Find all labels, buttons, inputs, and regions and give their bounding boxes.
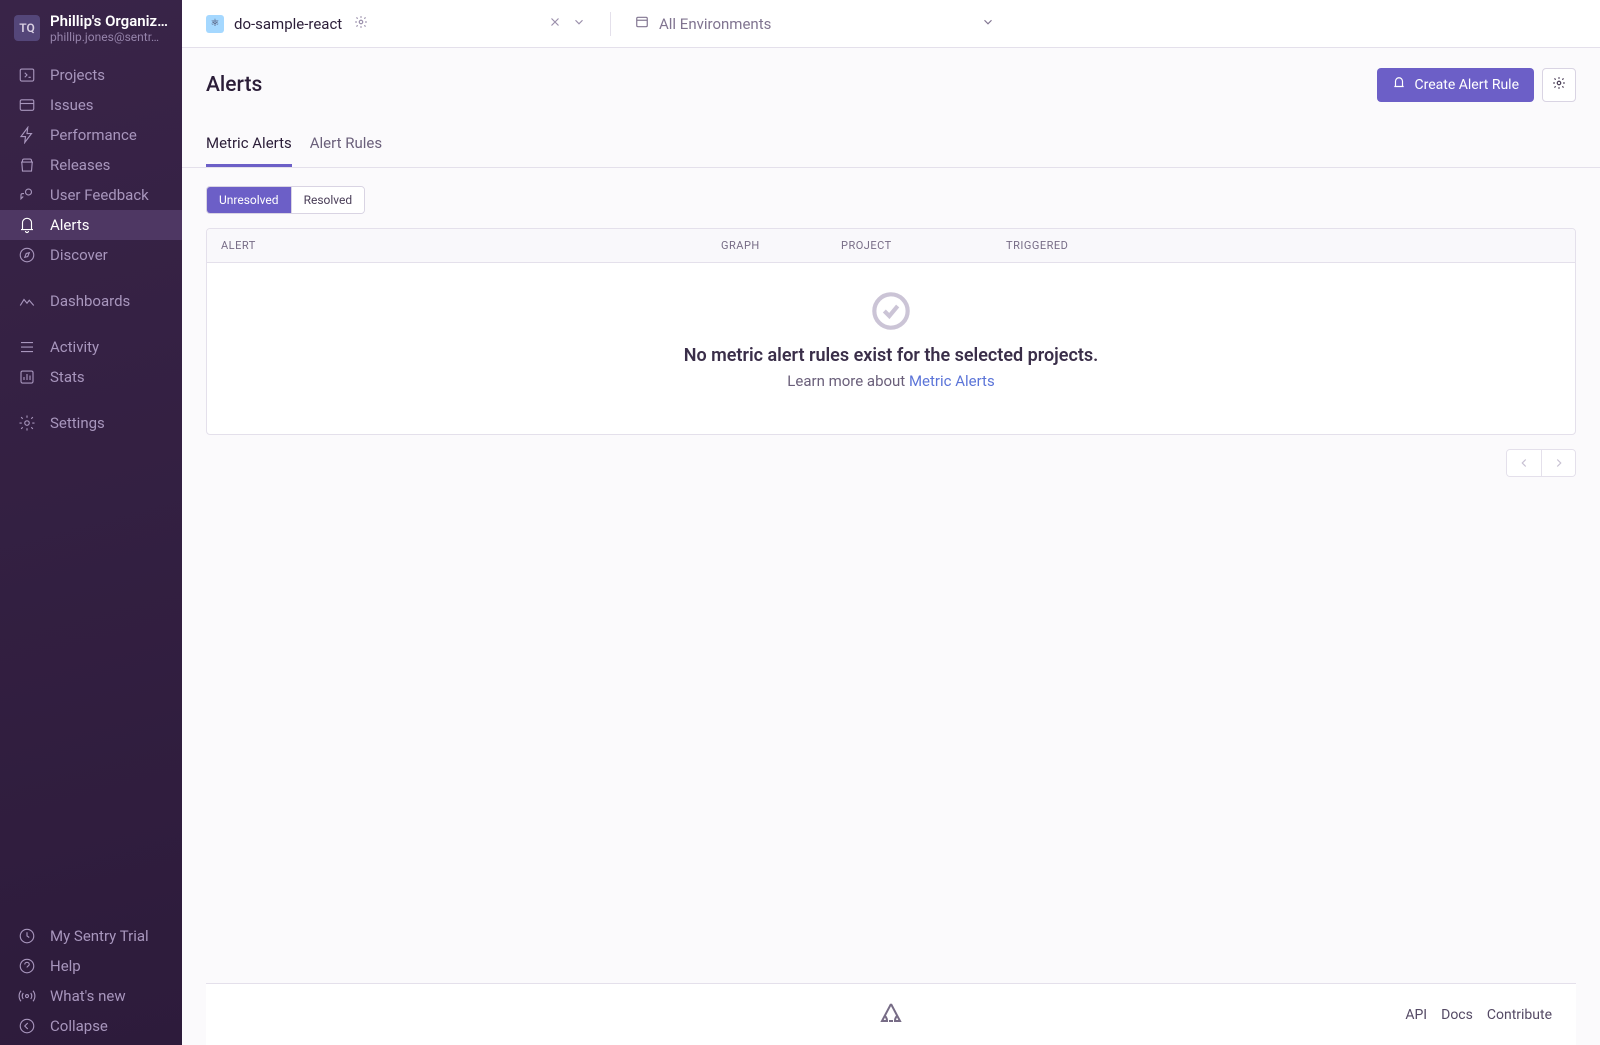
tab-alert-rules[interactable]: Alert Rules [310,124,382,167]
sidebar-item-label: Settings [50,414,105,432]
sidebar-item-label: Help [50,957,81,975]
sidebar-item-user-feedback[interactable]: User Feedback [0,180,182,210]
sidebar-item-discover[interactable]: Discover [0,240,182,270]
clear-icon[interactable] [548,15,562,33]
help-icon [18,957,36,975]
sidebar-item-settings[interactable]: Settings [0,408,182,438]
sidebar-item-projects[interactable]: Projects [0,60,182,90]
status-filter: Unresolved Resolved [206,186,365,214]
sidebar-item-label: Collapse [50,1017,108,1035]
col-project: Project [841,239,1006,252]
siren-icon [1392,76,1406,94]
alerts-table: Alert Graph Project Triggered No metric … [206,228,1576,435]
sidebar-item-trial[interactable]: My Sentry Trial [0,921,182,951]
sidebar-item-label: Performance [50,126,137,144]
sidebar-item-label: Discover [50,246,108,264]
page-title: Alerts [206,73,262,97]
sidebar-item-label: My Sentry Trial [50,927,149,945]
trial-icon [18,927,36,945]
feedback-icon [18,186,36,204]
col-alert: Alert [221,239,721,252]
alert-settings-button[interactable] [1542,68,1576,102]
create-alert-button[interactable]: Create Alert Rule [1377,68,1534,102]
avatar: TQ [14,15,40,41]
activity-icon [18,338,36,356]
sidebar-item-collapse[interactable]: Collapse [0,1011,182,1041]
stats-icon [18,368,36,386]
footer-api-link[interactable]: API [1405,1007,1427,1023]
page-prev-button[interactable] [1507,450,1541,476]
project-name: do-sample-react [234,15,342,33]
project-selector[interactable]: ⚛ do-sample-react [206,15,586,33]
org-name: Phillip's Organiz… [50,12,168,30]
table-header: Alert Graph Project Triggered [207,229,1575,263]
sidebar-item-alerts[interactable]: Alerts [0,210,182,240]
col-triggered: Triggered [1006,239,1561,252]
col-graph: Graph [721,239,841,252]
footer: API Docs Contribute [206,983,1576,1045]
settings-icon [18,414,36,432]
sidebar-item-label: Releases [50,156,110,174]
create-alert-label: Create Alert Rule [1414,77,1519,93]
collapse-icon [18,1017,36,1035]
discover-icon [18,246,36,264]
footer-docs-link[interactable]: Docs [1441,1007,1473,1023]
gear-icon [1552,76,1566,94]
sidebar-item-label: Stats [50,368,85,386]
check-circle-icon [871,291,911,331]
react-icon: ⚛ [206,15,224,33]
sidebar-item-label: Alerts [50,216,90,234]
sidebar-item-label: Dashboards [50,292,130,310]
sidebar-item-releases[interactable]: Releases [0,150,182,180]
projects-icon [18,66,36,84]
page-next-button[interactable] [1541,450,1575,476]
org-switcher[interactable]: TQ Phillip's Organiz… phillip.jones@sent… [0,0,182,56]
window-icon [635,15,649,33]
footer-contribute-link[interactable]: Contribute [1487,1007,1552,1023]
topbar: ⚛ do-sample-react All Environments [182,0,1600,48]
empty-subtitle: Learn more about Metric Alerts [227,372,1555,390]
sidebar-item-label: Issues [50,96,94,114]
performance-icon [18,126,36,144]
content: Alerts Create Alert Rule Metric Alerts A… [182,48,1600,1045]
sentry-logo-icon [877,1001,905,1029]
chevron-down-icon[interactable] [572,15,586,33]
dashboards-icon [18,292,36,310]
empty-title: No metric alert rules exist for the sele… [227,345,1555,366]
sidebar-item-issues[interactable]: Issues [0,90,182,120]
tabs: Metric Alerts Alert Rules [182,124,1600,168]
sidebar-item-help[interactable]: Help [0,951,182,981]
tab-metric-alerts[interactable]: Metric Alerts [206,124,292,167]
main: ⚛ do-sample-react All Environments Alert… [182,0,1600,1045]
sidebar: TQ Phillip's Organiz… phillip.jones@sent… [0,0,182,1045]
issues-icon [18,96,36,114]
sidebar-item-label: Activity [50,338,99,356]
broadcast-icon [18,987,36,1005]
alerts-icon [18,216,36,234]
empty-state: No metric alert rules exist for the sele… [207,263,1575,434]
sidebar-item-label: What's new [50,987,126,1005]
sidebar-item-stats[interactable]: Stats [0,362,182,392]
sidebar-item-label: Projects [50,66,105,84]
pagination [206,449,1576,477]
releases-icon [18,156,36,174]
filter-unresolved[interactable]: Unresolved [207,187,291,213]
sidebar-item-performance[interactable]: Performance [0,120,182,150]
sidebar-item-activity[interactable]: Activity [0,332,182,362]
chevron-down-icon [981,15,995,33]
environment-selector[interactable]: All Environments [635,15,995,33]
environment-label: All Environments [659,15,771,33]
org-email: phillip.jones@sentr… [50,30,168,44]
sidebar-item-whatsnew[interactable]: What's new [0,981,182,1011]
project-settings-icon[interactable] [354,15,368,33]
filter-resolved[interactable]: Resolved [291,187,365,213]
metric-alerts-link[interactable]: Metric Alerts [909,372,995,390]
sidebar-item-dashboards[interactable]: Dashboards [0,286,182,316]
sidebar-item-label: User Feedback [50,186,149,204]
